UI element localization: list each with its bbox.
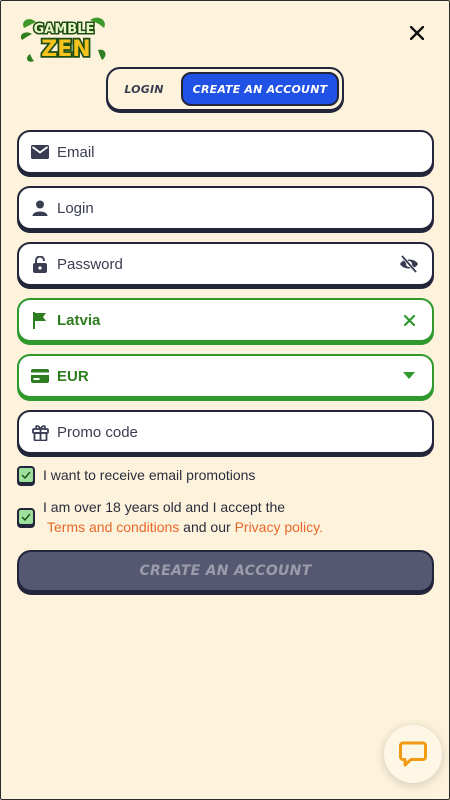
email-promotions-label: I want to receive email promotions	[43, 467, 256, 483]
email-field[interactable]: Email	[17, 130, 434, 174]
currency-select[interactable]: EUR	[17, 354, 434, 398]
clear-icon[interactable]	[398, 309, 420, 331]
lock-icon	[31, 255, 49, 273]
promo-code-placeholder: Promo code	[57, 423, 138, 441]
live-chat-button[interactable]	[384, 725, 442, 783]
envelope-icon	[31, 143, 49, 161]
tab-login[interactable]: LOGIN	[111, 72, 177, 106]
login-placeholder: Login	[57, 199, 94, 217]
flag-icon	[31, 311, 49, 329]
checkmark-icon	[21, 471, 31, 479]
age-terms-line1: I am over 18 years old and I accept the	[43, 499, 286, 515]
gift-icon	[31, 423, 49, 441]
email-placeholder: Email	[57, 143, 95, 161]
password-placeholder: Password	[57, 255, 123, 273]
age-terms-checkbox[interactable]	[17, 508, 35, 526]
close-button[interactable]	[404, 20, 430, 46]
password-field[interactable]: Password	[17, 242, 434, 286]
email-promotions-checkbox[interactable]	[17, 466, 35, 484]
logo-word-gamble: GAMBLE	[34, 22, 95, 37]
privacy-policy-link[interactable]: Privacy policy.	[235, 519, 323, 535]
terms-link[interactable]: Terms and conditions	[47, 519, 179, 535]
email-promotions-consent: I want to receive email promotions	[17, 466, 437, 485]
logo-word-zen: ZEN	[41, 37, 90, 62]
checkmark-icon	[21, 513, 31, 521]
create-account-button[interactable]: CREATE AN ACCOUNT	[17, 550, 434, 592]
eye-off-icon[interactable]	[398, 253, 420, 275]
age-terms-connector: and our	[179, 519, 235, 535]
auth-tabs: LOGIN CREATE AN ACCOUNT	[106, 67, 344, 111]
card-icon	[31, 367, 49, 385]
login-field[interactable]: Login	[17, 186, 434, 230]
window-frame	[0, 0, 450, 800]
promo-code-field[interactable]: Promo code	[17, 410, 434, 454]
country-select[interactable]: Latvia	[17, 298, 434, 342]
dropdown-arrow-icon[interactable]	[398, 365, 420, 387]
age-terms-text: I am over 18 years old and I accept the …	[43, 497, 323, 537]
brand-logo[interactable]: GAMBLE ZEN	[20, 14, 108, 64]
chat-icon	[399, 741, 427, 767]
currency-value: EUR	[57, 367, 89, 385]
age-terms-consent: I am over 18 years old and I accept the …	[17, 497, 437, 537]
user-icon	[31, 199, 49, 217]
close-icon	[410, 26, 424, 40]
tab-create-account[interactable]: CREATE AN ACCOUNT	[181, 72, 339, 106]
country-value: Latvia	[57, 311, 101, 329]
